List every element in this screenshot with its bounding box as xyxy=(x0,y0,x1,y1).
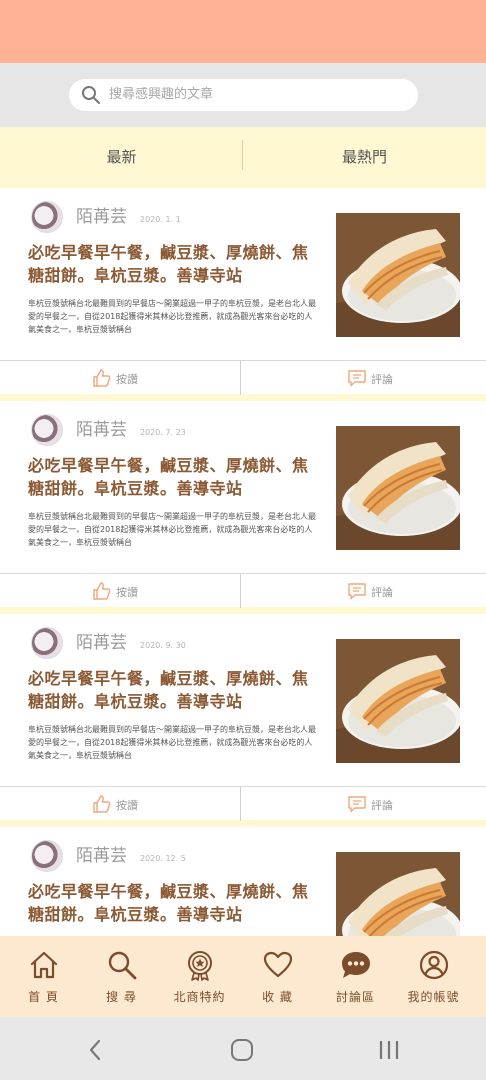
action-divider xyxy=(240,787,241,821)
comment-label: 評論 xyxy=(371,586,393,599)
feed-tabs: 最新 最熱門 xyxy=(0,127,486,188)
post-author[interactable]: 陌苒芸 xyxy=(76,845,127,867)
nav-favorites-label: 收 藏 xyxy=(262,990,293,1004)
youtiao-photo xyxy=(336,426,460,550)
search-icon xyxy=(108,951,137,980)
post-thumbnail[interactable] xyxy=(336,639,460,763)
comment-icon xyxy=(348,796,366,813)
search-placeholder: 搜尋感興趣的文章 xyxy=(109,87,214,102)
status-bar xyxy=(0,0,486,63)
nav-forum-label: 討論區 xyxy=(335,990,375,1004)
tab-popular[interactable]: 最熱門 xyxy=(243,127,486,188)
post-date: 2020. 9. 30 xyxy=(140,641,186,650)
youtiao-photo xyxy=(336,639,460,763)
post-excerpt: 阜杭豆漿號稱台北最難買到的早餐店～開業超過一甲子的阜杭豆漿，是老台北人最愛的早餐… xyxy=(28,299,316,334)
recents-icon[interactable] xyxy=(376,1037,402,1063)
post-card[interactable]: 陌苒芸 2020. 9. 30 必吃早餐早午餐，鹹豆漿、厚燒餅、焦糖甜餅。阜杭豆… xyxy=(0,614,486,821)
youtiao-photo xyxy=(336,852,460,936)
nav-favorites[interactable]: 收 藏 xyxy=(237,936,318,1017)
back-icon[interactable] xyxy=(83,1037,109,1063)
avatar[interactable] xyxy=(31,414,63,446)
account-icon xyxy=(419,950,449,980)
post-thumbnail[interactable] xyxy=(336,213,460,337)
nav-search[interactable]: 搜 尋 xyxy=(81,936,162,1017)
action-divider xyxy=(240,361,241,395)
post-actions: 按讚 評論 xyxy=(0,360,486,395)
post-actions: 按讚 評論 xyxy=(0,786,486,821)
action-divider xyxy=(240,574,241,608)
tab-latest[interactable]: 最新 xyxy=(0,127,243,188)
search-icon xyxy=(82,86,100,104)
like-label: 按讚 xyxy=(116,586,138,599)
post-excerpt: 阜杭豆漿號稱台北最難買到的早餐店～開業超過一甲子的阜杭豆漿，是老台北人最愛的早餐… xyxy=(28,725,316,760)
post-date: 2020. 12. 5 xyxy=(140,854,186,863)
comment-label: 評論 xyxy=(371,799,393,812)
search-input[interactable]: 搜尋感興趣的文章 xyxy=(69,79,418,111)
post-title[interactable]: 必吃早餐早午餐，鹹豆漿、厚燒餅、焦糖甜餅。阜杭豆漿。善導寺站 xyxy=(28,880,323,926)
comment-icon xyxy=(348,370,366,387)
post-card[interactable]: 陌苒芸 2020. 7. 23 必吃早餐早午餐，鹹豆漿、厚燒餅、焦糖甜餅。阜杭豆… xyxy=(0,401,486,608)
nav-partner-label: 北商特約 xyxy=(173,990,226,1004)
post-title[interactable]: 必吃早餐早午餐，鹹豆漿、厚燒餅、焦糖甜餅。阜杭豆漿。善導寺站 xyxy=(28,241,323,287)
nav-account[interactable]: 我的帳號 xyxy=(393,936,474,1017)
post-author[interactable]: 陌苒芸 xyxy=(76,206,127,228)
chat-icon xyxy=(342,952,370,978)
post-title[interactable]: 必吃早餐早午餐，鹹豆漿、厚燒餅、焦糖甜餅。阜杭豆漿。善導寺站 xyxy=(28,454,323,500)
avatar[interactable] xyxy=(31,201,63,233)
post-card[interactable]: 陌苒芸 2020. 12. 5 必吃早餐早午餐，鹹豆漿、厚燒餅、焦糖甜餅。阜杭豆… xyxy=(0,827,486,936)
home-icon xyxy=(30,951,58,979)
system-nav-bar xyxy=(0,1017,486,1080)
post-thumbnail[interactable] xyxy=(336,852,460,936)
post-thumbnail[interactable] xyxy=(336,426,460,550)
post-date: 2020. 7. 23 xyxy=(140,428,186,437)
nav-forum[interactable]: 討論區 xyxy=(315,936,396,1017)
like-label: 按讚 xyxy=(116,373,138,386)
badge-icon xyxy=(188,951,212,981)
nav-home-label: 首 頁 xyxy=(28,990,59,1004)
comment-icon xyxy=(348,583,366,600)
heart-icon xyxy=(263,951,293,978)
avatar[interactable] xyxy=(31,840,63,872)
nav-account-label: 我的帳號 xyxy=(407,990,460,1004)
home-button-icon[interactable] xyxy=(229,1037,255,1063)
post-title[interactable]: 必吃早餐早午餐，鹹豆漿、厚燒餅、焦糖甜餅。阜杭豆漿。善導寺站 xyxy=(28,667,323,713)
post-excerpt: 阜杭豆漿號稱台北最難買到的早餐店～開業超過一甲子的阜杭豆漿，是老台北人最愛的早餐… xyxy=(28,512,316,547)
bottom-nav: 首 頁 搜 尋 北商特約 收 藏 討論區 我的帳號 xyxy=(0,936,486,1017)
post-date: 2020. 1. 1 xyxy=(140,215,181,224)
thumbs-up-icon xyxy=(93,582,111,600)
thumbs-up-icon xyxy=(93,369,111,387)
nav-search-label: 搜 尋 xyxy=(106,990,137,1004)
thumbs-up-icon xyxy=(93,795,111,813)
post-actions: 按讚 評論 xyxy=(0,573,486,608)
post-card[interactable]: 陌苒芸 2020. 1. 1 必吃早餐早午餐，鹹豆漿、厚燒餅、焦糖甜餅。阜杭豆漿… xyxy=(0,188,486,395)
comment-label: 評論 xyxy=(371,373,393,386)
nav-home[interactable]: 首 頁 xyxy=(3,936,84,1017)
search-area: 搜尋感興趣的文章 xyxy=(0,63,486,127)
like-label: 按讚 xyxy=(116,799,138,812)
youtiao-photo xyxy=(336,213,460,337)
post-author[interactable]: 陌苒芸 xyxy=(76,632,127,654)
post-feed[interactable]: 陌苒芸 2020. 1. 1 必吃早餐早午餐，鹹豆漿、厚燒餅、焦糖甜餅。阜杭豆漿… xyxy=(0,188,486,936)
avatar[interactable] xyxy=(31,627,63,659)
nav-partner[interactable]: 北商特約 xyxy=(159,936,240,1017)
post-author[interactable]: 陌苒芸 xyxy=(76,419,127,441)
